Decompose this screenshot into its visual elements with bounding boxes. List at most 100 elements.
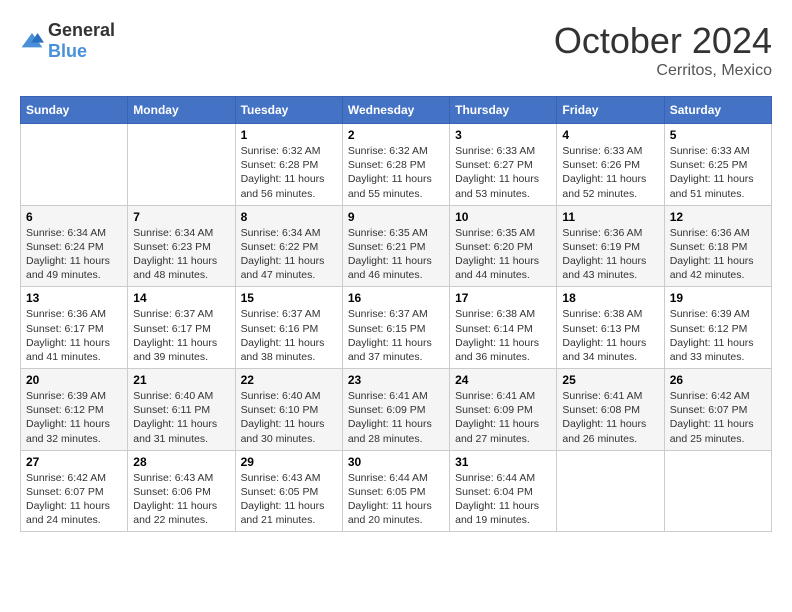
day-number: 19 <box>670 291 766 305</box>
calendar-cell: 30 Sunrise: 6:44 AMSunset: 6:05 PMDayligh… <box>342 450 449 532</box>
calendar-cell <box>21 124 128 206</box>
day-info: Sunrise: 6:32 AMSunset: 6:28 PMDaylight:… <box>348 144 444 201</box>
calendar-cell: 15 Sunrise: 6:37 AMSunset: 6:16 PMDayligh… <box>235 287 342 369</box>
day-number: 30 <box>348 455 444 469</box>
day-number: 13 <box>26 291 122 305</box>
day-number: 9 <box>348 210 444 224</box>
logo: General Blue <box>20 20 115 62</box>
calendar-table: SundayMondayTuesdayWednesdayThursdayFrid… <box>20 96 772 532</box>
calendar-cell: 3 Sunrise: 6:33 AMSunset: 6:27 PMDaylight… <box>450 124 557 206</box>
calendar-cell: 16 Sunrise: 6:37 AMSunset: 6:15 PMDayligh… <box>342 287 449 369</box>
month-year-title: October 2024 <box>554 20 772 62</box>
week-row-3: 13 Sunrise: 6:36 AMSunset: 6:17 PMDayligh… <box>21 287 772 369</box>
logo-icon <box>20 29 44 53</box>
day-number: 23 <box>348 373 444 387</box>
day-info: Sunrise: 6:34 AMSunset: 6:24 PMDaylight:… <box>26 226 122 283</box>
day-info: Sunrise: 6:37 AMSunset: 6:16 PMDaylight:… <box>241 307 337 364</box>
day-info: Sunrise: 6:33 AMSunset: 6:27 PMDaylight:… <box>455 144 551 201</box>
calendar-cell: 21Sunrise: 6:40 AMSunset: 6:11 PMDayligh… <box>128 369 235 451</box>
calendar-cell: 17 Sunrise: 6:38 AMSunset: 6:14 PMDayligh… <box>450 287 557 369</box>
weekday-header-saturday: Saturday <box>664 97 771 124</box>
day-number: 10 <box>455 210 551 224</box>
day-number: 1 <box>241 128 337 142</box>
day-number: 15 <box>241 291 337 305</box>
day-info: Sunrise: 6:41 AMSunset: 6:09 PMDaylight:… <box>455 389 551 446</box>
day-info: Sunrise: 6:34 AMSunset: 6:22 PMDaylight:… <box>241 226 337 283</box>
day-info: Sunrise: 6:41 AMSunset: 6:08 PMDaylight:… <box>562 389 658 446</box>
day-number: 28 <box>133 455 229 469</box>
day-info: Sunrise: 6:33 AMSunset: 6:26 PMDaylight:… <box>562 144 658 201</box>
weekday-header-monday: Monday <box>128 97 235 124</box>
day-number: 26 <box>670 373 766 387</box>
day-number: 11 <box>562 210 658 224</box>
calendar-cell: 7Sunrise: 6:34 AMSunset: 6:23 PMDaylight… <box>128 205 235 287</box>
day-info: Sunrise: 6:39 AMSunset: 6:12 PMDaylight:… <box>26 389 122 446</box>
day-info: Sunrise: 6:38 AMSunset: 6:13 PMDaylight:… <box>562 307 658 364</box>
day-number: 22 <box>241 373 337 387</box>
calendar-cell: 2 Sunrise: 6:32 AMSunset: 6:28 PMDaylight… <box>342 124 449 206</box>
day-number: 31 <box>455 455 551 469</box>
weekday-header-friday: Friday <box>557 97 664 124</box>
day-number: 17 <box>455 291 551 305</box>
calendar-cell: 6 Sunrise: 6:34 AMSunset: 6:24 PMDaylight… <box>21 205 128 287</box>
day-number: 5 <box>670 128 766 142</box>
day-info: Sunrise: 6:32 AMSunset: 6:28 PMDaylight:… <box>241 144 337 201</box>
day-info: Sunrise: 6:41 AMSunset: 6:09 PMDaylight:… <box>348 389 444 446</box>
day-number: 24 <box>455 373 551 387</box>
calendar-cell: 23 Sunrise: 6:41 AMSunset: 6:09 PMDayligh… <box>342 369 449 451</box>
calendar-cell: 19Sunrise: 6:39 AMSunset: 6:12 PMDayligh… <box>664 287 771 369</box>
day-number: 21 <box>133 373 229 387</box>
week-row-4: 20 Sunrise: 6:39 AMSunset: 6:12 PMDayligh… <box>21 369 772 451</box>
day-number: 12 <box>670 210 766 224</box>
calendar-cell <box>128 124 235 206</box>
calendar-cell: 11Sunrise: 6:36 AMSunset: 6:19 PMDayligh… <box>557 205 664 287</box>
month-title-block: October 2024 Cerritos, Mexico <box>554 20 772 80</box>
day-number: 20 <box>26 373 122 387</box>
day-number: 18 <box>562 291 658 305</box>
calendar-cell: 18 Sunrise: 6:38 AMSunset: 6:13 PMDayligh… <box>557 287 664 369</box>
calendar-cell: 1 Sunrise: 6:32 AMSunset: 6:28 PMDaylight… <box>235 124 342 206</box>
logo-general: General <box>48 20 115 40</box>
day-info: Sunrise: 6:44 AMSunset: 6:04 PMDaylight:… <box>455 471 551 528</box>
day-info: Sunrise: 6:37 AMSunset: 6:15 PMDaylight:… <box>348 307 444 364</box>
day-number: 3 <box>455 128 551 142</box>
day-info: Sunrise: 6:36 AMSunset: 6:17 PMDaylight:… <box>26 307 122 364</box>
weekday-header-tuesday: Tuesday <box>235 97 342 124</box>
day-number: 16 <box>348 291 444 305</box>
calendar-cell <box>664 450 771 532</box>
calendar-cell: 4Sunrise: 6:33 AMSunset: 6:26 PMDaylight… <box>557 124 664 206</box>
calendar-cell: 22 Sunrise: 6:40 AMSunset: 6:10 PMDayligh… <box>235 369 342 451</box>
week-row-2: 6 Sunrise: 6:34 AMSunset: 6:24 PMDaylight… <box>21 205 772 287</box>
calendar-cell: 25Sunrise: 6:41 AMSunset: 6:08 PMDayligh… <box>557 369 664 451</box>
day-number: 8 <box>241 210 337 224</box>
day-info: Sunrise: 6:34 AMSunset: 6:23 PMDaylight:… <box>133 226 229 283</box>
calendar-cell: 26Sunrise: 6:42 AMSunset: 6:07 PMDayligh… <box>664 369 771 451</box>
calendar-cell: 10 Sunrise: 6:35 AMSunset: 6:20 PMDayligh… <box>450 205 557 287</box>
day-info: Sunrise: 6:43 AMSunset: 6:05 PMDaylight:… <box>241 471 337 528</box>
calendar-cell: 13 Sunrise: 6:36 AMSunset: 6:17 PMDayligh… <box>21 287 128 369</box>
calendar-cell: 5 Sunrise: 6:33 AMSunset: 6:25 PMDaylight… <box>664 124 771 206</box>
day-info: Sunrise: 6:38 AMSunset: 6:14 PMDaylight:… <box>455 307 551 364</box>
calendar-cell: 29 Sunrise: 6:43 AMSunset: 6:05 PMDayligh… <box>235 450 342 532</box>
calendar-cell: 12 Sunrise: 6:36 AMSunset: 6:18 PMDayligh… <box>664 205 771 287</box>
day-number: 6 <box>26 210 122 224</box>
day-info: Sunrise: 6:36 AMSunset: 6:18 PMDaylight:… <box>670 226 766 283</box>
day-number: 14 <box>133 291 229 305</box>
day-info: Sunrise: 6:40 AMSunset: 6:10 PMDaylight:… <box>241 389 337 446</box>
day-number: 29 <box>241 455 337 469</box>
weekday-header-row: SundayMondayTuesdayWednesdayThursdayFrid… <box>21 97 772 124</box>
week-row-5: 27Sunrise: 6:42 AMSunset: 6:07 PMDayligh… <box>21 450 772 532</box>
weekday-header-wednesday: Wednesday <box>342 97 449 124</box>
calendar-cell <box>557 450 664 532</box>
day-info: Sunrise: 6:33 AMSunset: 6:25 PMDaylight:… <box>670 144 766 201</box>
calendar-cell: 27Sunrise: 6:42 AMSunset: 6:07 PMDayligh… <box>21 450 128 532</box>
day-info: Sunrise: 6:35 AMSunset: 6:21 PMDaylight:… <box>348 226 444 283</box>
location-subtitle: Cerritos, Mexico <box>554 62 772 80</box>
calendar-cell: 9 Sunrise: 6:35 AMSunset: 6:21 PMDaylight… <box>342 205 449 287</box>
page-header: General Blue October 2024 Cerritos, Mexi… <box>20 20 772 80</box>
day-info: Sunrise: 6:35 AMSunset: 6:20 PMDaylight:… <box>455 226 551 283</box>
day-info: Sunrise: 6:44 AMSunset: 6:05 PMDaylight:… <box>348 471 444 528</box>
calendar-cell: 28Sunrise: 6:43 AMSunset: 6:06 PMDayligh… <box>128 450 235 532</box>
weekday-header-sunday: Sunday <box>21 97 128 124</box>
day-number: 2 <box>348 128 444 142</box>
